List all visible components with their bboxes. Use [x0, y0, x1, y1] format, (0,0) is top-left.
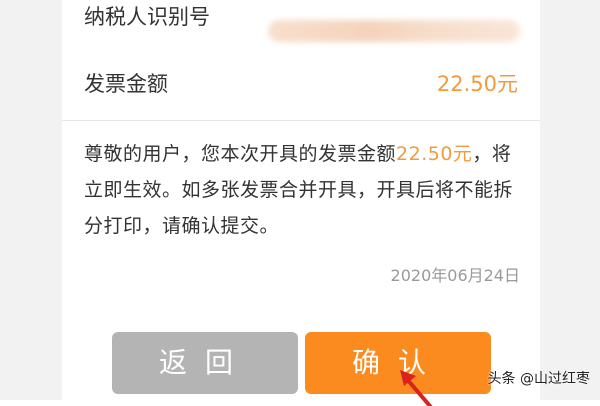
- confirmation-notice: 尊敬的用户，您本次开具的发票金额22.50元，将立即生效。如多张发票合并开具，开…: [84, 136, 524, 244]
- issue-date: 2020年06月24日: [390, 266, 520, 285]
- notice-text-before: 尊敬的用户，您本次开具的发票金额: [84, 143, 397, 165]
- left-gutter: [0, 0, 62, 400]
- invoice-amount-value: 22.50元: [436, 72, 518, 96]
- tax-id-label: 纳税人识别号: [84, 5, 210, 29]
- tax-id-value-blurred: [268, 20, 520, 42]
- invoice-amount-label: 发票金额: [84, 72, 168, 96]
- right-gutter: [540, 0, 600, 400]
- back-button[interactable]: 返回: [112, 332, 298, 394]
- divider: [62, 120, 540, 121]
- red-arrow-icon: [400, 370, 432, 406]
- notice-amount-highlight: 22.50元: [396, 143, 473, 165]
- watermark: 头条 @山过红枣: [487, 371, 590, 387]
